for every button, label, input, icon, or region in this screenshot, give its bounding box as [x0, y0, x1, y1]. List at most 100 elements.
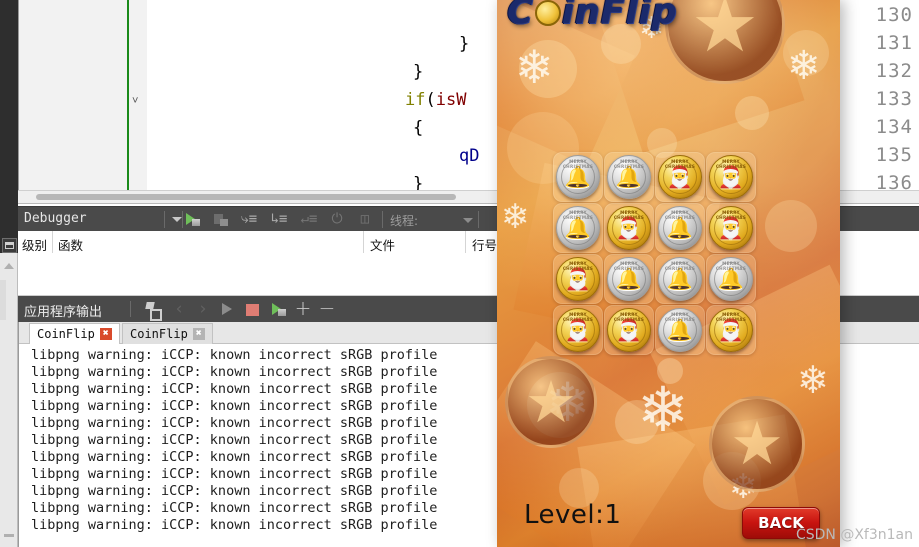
coin-tile[interactable]: MERRY CHRISTMAS 🔔 [655, 203, 705, 253]
coin-tile[interactable]: MERRY CHRISTMAS 🔔 [604, 254, 654, 304]
coin-rim-text: MERRY CHRISTMAS [562, 158, 594, 169]
coin-gold[interactable]: MERRY CHRISTMAS 🎅 [607, 206, 651, 250]
coin-rim-text: MERRY CHRISTMAS [715, 311, 747, 322]
coin-silver[interactable]: MERRY CHRISTMAS 🔔 [658, 206, 702, 250]
column-header-function[interactable]: 函数 [58, 235, 83, 254]
coin-silver[interactable]: MERRY CHRISTMAS 🔔 [556, 155, 600, 199]
debug-icon[interactable] [270, 301, 288, 318]
coin-rim-text: MERRY CHRISTMAS [613, 311, 645, 322]
app-output-title: 应用程序输出 [24, 305, 103, 320]
coin-gold[interactable]: MERRY CHRISTMAS 🎅 [556, 308, 600, 352]
coin-gold[interactable]: MERRY CHRISTMAS 🎅 [709, 155, 753, 199]
step-into-icon[interactable]: ↳≡ [270, 211, 288, 228]
coin-rim-text: MERRY CHRISTMAS [562, 311, 594, 322]
thread-label: 线程: [390, 214, 419, 228]
close-icon[interactable]: ✖ [192, 328, 205, 340]
coin-grid[interactable]: MERRY CHRISTMAS 🔔 MERRY CHRISTMAS 🔔 MERRY … [553, 152, 758, 357]
restart-icon[interactable]: ⏻ [328, 211, 346, 228]
snowflake-icon: ❄ [515, 41, 554, 93]
coin-silver[interactable]: MERRY CHRISTMAS 🔔 [658, 257, 702, 301]
debugger-title: Debugger [24, 211, 87, 226]
coin-tile[interactable]: MERRY CHRISTMAS 🎅 [655, 152, 705, 202]
vertical-scrollbar-thumb[interactable] [0, 280, 6, 320]
coin-tile[interactable]: MERRY CHRISTMAS 🔔 [553, 152, 603, 202]
code-line-func: qD [459, 146, 480, 166]
tab-label: CoinFlip [37, 327, 95, 341]
coin-tile[interactable]: MERRY CHRISTMAS 🔔 [604, 152, 654, 202]
coin-tile[interactable]: MERRY CHRISTMAS 🎅 [706, 152, 756, 202]
coin-tile[interactable]: MERRY CHRISTMAS 🔔 [655, 254, 705, 304]
log-line: libpng warning: iCCP: known incorrect sR… [31, 415, 438, 431]
code-fold-caret[interactable]: ˅ [132, 95, 138, 107]
coin-tile[interactable]: MERRY CHRISTMAS 🔔 [655, 305, 705, 355]
snowflake-icon: ❄ [787, 44, 821, 88]
editor-gutter [19, 0, 129, 190]
editor-hscrollbar-thumb[interactable] [36, 194, 456, 200]
coin-tile[interactable]: MERRY CHRISTMAS 🔔 [706, 254, 756, 304]
coin-tile[interactable]: MERRY CHRISTMAS 🎅 [706, 305, 756, 355]
log-line: libpng warning: iCCP: known incorrect sR… [31, 432, 438, 448]
output-tab-coinflip-2[interactable]: CoinFlip ✖ [122, 323, 213, 344]
coin-tile[interactable]: MERRY CHRISTMAS 🎅 [604, 305, 654, 355]
coin-rim-text: MERRY CHRISTMAS [715, 209, 747, 220]
log-line: libpng warning: iCCP: known incorrect sR… [31, 398, 438, 414]
code-line-if: if(isW [405, 90, 466, 110]
next-icon[interactable]: › [194, 301, 212, 318]
coin-rim-text: MERRY CHRISTMAS [562, 209, 594, 220]
log-line: libpng warning: iCCP: known incorrect sR… [31, 483, 438, 499]
log-line: libpng warning: iCCP: known incorrect sR… [31, 466, 438, 482]
coin-tile[interactable]: MERRY CHRISTMAS 🎅 [604, 203, 654, 253]
prev-icon[interactable]: ‹ [170, 301, 188, 318]
stop-icon[interactable] [212, 211, 230, 228]
game-title-prefix: C [507, 0, 534, 32]
coin-silver[interactable]: MERRY CHRISTMAS 🔔 [556, 206, 600, 250]
coin-silver[interactable]: MERRY CHRISTMAS 🔔 [607, 257, 651, 301]
log-line: libpng warning: iCCP: known incorrect sR… [31, 381, 438, 397]
thread-dropdown-caret-icon[interactable] [463, 218, 473, 223]
coin-rim-text: MERRY CHRISTMAS [664, 260, 696, 271]
coin-silver[interactable]: MERRY CHRISTMAS 🔔 [658, 308, 702, 352]
column-header-level[interactable]: 级别 [22, 235, 47, 254]
code-keyword: if [405, 90, 426, 110]
stop-icon[interactable] [244, 301, 262, 318]
log-line: libpng warning: iCCP: known incorrect sR… [31, 500, 438, 516]
zoom-in-icon[interactable]: + [294, 298, 312, 318]
step-out-icon[interactable]: ↵≡ [300, 211, 318, 228]
snowflake-icon: ❄ [797, 360, 829, 402]
coin-silver[interactable]: MERRY CHRISTMAS 🔔 [709, 257, 753, 301]
log-line: libpng warning: iCCP: known incorrect sR… [31, 364, 438, 380]
coin-silver[interactable]: MERRY CHRISTMAS 🔔 [607, 155, 651, 199]
coin-rim-text: MERRY CHRISTMAS [664, 209, 696, 220]
code-line: } [413, 62, 424, 82]
coin-gold[interactable]: MERRY CHRISTMAS 🎅 [607, 308, 651, 352]
close-icon[interactable]: ✖ [99, 328, 112, 340]
scroll-up-icon[interactable] [4, 263, 14, 269]
continue-icon[interactable] [184, 211, 202, 228]
coinflip-game-window[interactable]: ❄ ❄ ❄ ❄ ❄ ❄ ❄ ❄ ★ ★ ★ CinFlip MERRY CHRI… [497, 0, 840, 547]
coin-rim-text: MERRY CHRISTMAS [715, 158, 747, 169]
clear-icon[interactable] [143, 301, 162, 321]
coin-gold[interactable]: MERRY CHRISTMAS 🎅 [709, 206, 753, 250]
code-line: } [459, 34, 470, 54]
panel-toggle-icon[interactable] [2, 238, 17, 253]
column-header-file[interactable]: 文件 [370, 235, 395, 254]
coin-rim-text: MERRY CHRISTMAS [562, 260, 594, 271]
column-header-line[interactable]: 行号 [472, 235, 497, 254]
coin-gold[interactable]: MERRY CHRISTMAS 🎅 [658, 155, 702, 199]
code-line: { [413, 118, 424, 138]
frame-icon[interactable]: ◫ [356, 211, 374, 228]
scroll-down-icon[interactable] [4, 534, 14, 537]
coin-tile[interactable]: MERRY CHRISTMAS 🎅 [553, 305, 603, 355]
coin-tile[interactable]: MERRY CHRISTMAS 🔔 [553, 203, 603, 253]
coin-gold[interactable]: MERRY CHRISTMAS 🎅 [709, 308, 753, 352]
chevron-down-icon[interactable] [172, 217, 182, 222]
code-line: } [413, 174, 424, 190]
run-icon[interactable] [218, 301, 236, 318]
step-over-icon[interactable]: ⤷≡ [240, 211, 258, 228]
zoom-out-icon[interactable]: − [318, 298, 336, 318]
coin-tile[interactable]: MERRY CHRISTMAS 🎅 [706, 203, 756, 253]
coin-tile[interactable]: MERRY CHRISTMAS 🎅 [553, 254, 603, 304]
output-tab-coinflip-1[interactable]: CoinFlip ✖ [29, 323, 120, 344]
game-title-suffix: inFlip [561, 0, 678, 32]
coin-gold[interactable]: MERRY CHRISTMAS 🎅 [556, 257, 600, 301]
